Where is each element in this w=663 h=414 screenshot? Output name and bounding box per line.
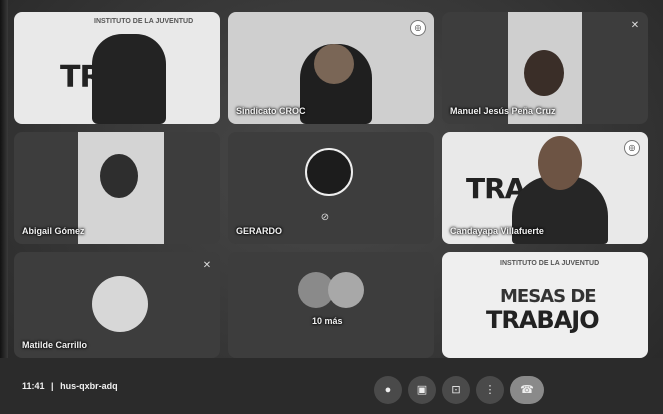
microphone-button[interactable]: ●	[374, 376, 402, 404]
participant-face	[538, 136, 582, 190]
more-participants-avatar	[328, 272, 364, 308]
meeting-stage: INSTITUTO DE LA JUVENTUD TRA ◎ Sindicato…	[0, 0, 663, 414]
participant-face	[524, 50, 564, 96]
presentation-tile[interactable]: INSTITUTO DE LA JUVENTUD MESAS DE TRABAJ…	[442, 252, 648, 358]
institute-badge-icon: ◎	[624, 140, 640, 156]
participant-name: Candayapa Villafuerte	[450, 226, 544, 236]
camera-off-icon: ⊘	[320, 212, 330, 223]
poster-line-1: MESAS DE	[500, 286, 597, 307]
more-participants-label: 10 más	[312, 316, 343, 326]
participant-name: Abigail Gómez	[22, 226, 85, 236]
participant-face	[100, 154, 138, 198]
participant-tile-1[interactable]: INSTITUTO DE LA JUVENTUD TRA	[14, 12, 220, 124]
participant-tile-4[interactable]: Abigail Gómez	[14, 132, 220, 244]
camera-icon: ▣	[416, 384, 428, 396]
participant-tile-7[interactable]: ✕ Matilde Carrillo	[14, 252, 220, 358]
meeting-time: 11:41	[22, 381, 45, 391]
meeting-code: hus-qxbr-adq	[60, 381, 118, 391]
meeting-info: 11:41 | hus-qxbr-adq	[22, 381, 118, 391]
institute-logo: INSTITUTO DE LA JUVENTUD	[500, 260, 600, 267]
scan-edge	[0, 0, 8, 414]
participant-name: Matilde Carrillo	[22, 340, 88, 350]
hangup-icon: ☎	[520, 384, 534, 396]
participant-tile-8[interactable]: 10 más	[228, 252, 434, 358]
institute-badge-icon: ◎	[410, 20, 426, 36]
participant-name: Manuel Jesús Peña Cruz	[450, 106, 556, 116]
present-button[interactable]: ⊡	[442, 376, 470, 404]
participant-avatar	[92, 276, 148, 332]
microphone-icon: ●	[384, 384, 392, 396]
mic-muted-icon: ✕	[202, 260, 212, 271]
end-call-button[interactable]: ☎	[510, 376, 544, 404]
institute-logo: INSTITUTO DE LA JUVENTUD	[94, 18, 194, 25]
participant-tile-2[interactable]: ◎ Sindicato CROC	[228, 12, 434, 124]
poster-line-2: TRABAJO	[486, 306, 600, 334]
app-logo-icon	[305, 148, 353, 196]
participant-tile-3[interactable]: ✕ Manuel Jesús Peña Cruz	[442, 12, 648, 124]
more-options-icon: ⋮	[484, 384, 496, 396]
participant-silhouette	[92, 34, 166, 124]
participant-face	[314, 44, 354, 84]
participant-tile-6[interactable]: ◎ TRA Candayapa Villafuerte	[442, 132, 648, 244]
participant-name: GERARDO	[236, 226, 283, 236]
participant-name: Sindicato CROC	[236, 106, 306, 116]
more-options-button[interactable]: ⋮	[476, 376, 504, 404]
mic-muted-icon: ✕	[630, 20, 640, 31]
meeting-separator: |	[51, 381, 54, 391]
present-icon: ⊡	[451, 384, 461, 396]
camera-button[interactable]: ▣	[408, 376, 436, 404]
